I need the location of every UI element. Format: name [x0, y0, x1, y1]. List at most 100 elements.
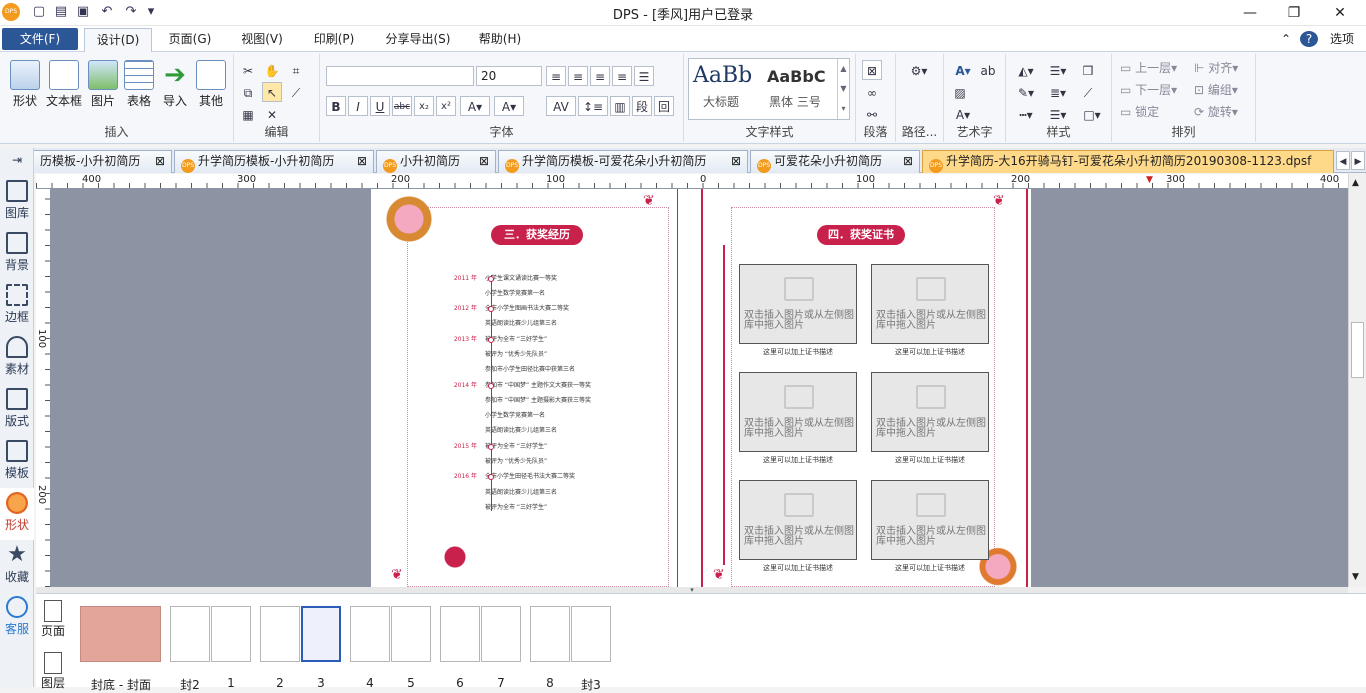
dash-style-icon[interactable]: ┅▾: [1012, 104, 1040, 124]
send-backward-button[interactable]: ▭ 下一层▾: [1120, 80, 1177, 100]
panel-tab-page[interactable]: 页面: [38, 600, 68, 639]
doc-tab[interactable]: DPS 可爱花朵小升初简历 ⊠: [750, 150, 920, 173]
subscript-icon[interactable]: x₂: [414, 96, 434, 116]
ruler-marker-icon[interactable]: ▼: [1146, 175, 1153, 185]
superscript-icon[interactable]: x²: [436, 96, 456, 116]
tab-scroll-right-icon[interactable]: ▶: [1351, 151, 1365, 170]
page-thumbnail[interactable]: [530, 606, 612, 662]
underline-icon[interactable]: U: [370, 96, 390, 116]
line-color-icon[interactable]: ✎▾: [1012, 82, 1040, 102]
sidebar-item-gallery[interactable]: 图库: [0, 176, 34, 228]
page-thumbnail[interactable]: [350, 606, 432, 662]
fill-color-icon[interactable]: ◭▾: [1012, 60, 1040, 80]
menu-help[interactable]: 帮助(H): [470, 28, 530, 50]
rotate-button[interactable]: ⟳ 旋转▾: [1194, 102, 1238, 122]
certificate-caption[interactable]: 这里可以加上证书描述: [739, 563, 857, 573]
vertical-scrollbar[interactable]: ▲ ▼: [1348, 174, 1366, 587]
doc-tab[interactable]: DPS 升学简历模板-小升初简历 ⊠: [174, 150, 374, 173]
minimize-icon[interactable]: —: [1228, 2, 1272, 24]
tab-scroll-left-icon[interactable]: ◀: [1336, 151, 1350, 170]
align-right-icon[interactable]: ≡: [590, 66, 610, 86]
doc-tab[interactable]: DPS 升学简历模板-可爱花朵小升初简历 ⊠: [498, 150, 748, 173]
page-thumbnail[interactable]: [170, 606, 252, 662]
image-placeholder[interactable]: 双击插入图片或从左侧图库中拖入图片: [871, 264, 989, 344]
tab-close-icon[interactable]: ⊠: [155, 151, 165, 172]
timeline-entry[interactable]: 被评为全市 “三好学生”: [449, 504, 547, 511]
lock-button[interactable]: ▭ 锁定: [1120, 102, 1159, 122]
menu-view[interactable]: 视图(V): [232, 28, 292, 50]
timeline-entry[interactable]: 英语朗读比赛少儿组第三名: [449, 489, 557, 496]
font-name-combo[interactable]: [326, 66, 474, 86]
hand-tool-icon[interactable]: ✋: [262, 60, 282, 80]
timeline-entry[interactable]: 2015 年被评为全市 “三好学生”: [449, 443, 547, 450]
text-style-gallery[interactable]: AaBb 大标题 AaBbC 黑体 三号 ▲ ▼ ▾: [688, 58, 850, 120]
bold-icon[interactable]: B: [326, 96, 346, 116]
columns-icon[interactable]: ▥: [610, 96, 630, 116]
sidebar-expand-icon[interactable]: ⇥: [0, 148, 34, 172]
timeline-entry[interactable]: 2014 年参加市 “中国梦” 主题作文大赛获一等奖: [449, 382, 591, 389]
art-text-image-icon[interactable]: ▨: [950, 82, 970, 102]
scroll-up-icon[interactable]: ▲: [1352, 178, 1359, 188]
font-color-icon[interactable]: A▾: [460, 96, 490, 116]
line-spacing-icon[interactable]: ↕≡: [578, 96, 608, 116]
page-thumbnail[interactable]: [440, 606, 522, 662]
scroll-thumb[interactable]: [1351, 322, 1364, 378]
format-painter-icon[interactable]: ⟋: [286, 82, 306, 102]
picture-button[interactable]: 图片: [84, 60, 122, 118]
tab-close-icon[interactable]: ⊠: [479, 151, 489, 172]
tab-close-icon[interactable]: ⊠: [357, 151, 367, 172]
crop-tool-icon[interactable]: ⌗: [286, 60, 306, 80]
timeline-entry[interactable]: 小学生数学竞赛第一名: [449, 412, 545, 419]
menu-print[interactable]: 印刷(P): [304, 28, 364, 50]
line-style-icon[interactable]: ☰▾: [1044, 60, 1072, 80]
style-gallery-scroll-icon[interactable]: ▲ ▼ ▾: [837, 59, 849, 119]
line-width-icon[interactable]: ≣▾: [1044, 82, 1072, 102]
group-button[interactable]: ⊡ 编组▾: [1194, 80, 1238, 100]
collapse-ribbon-icon[interactable]: ⌃: [1278, 28, 1294, 50]
left-section-heading[interactable]: 三．获奖经历: [491, 225, 583, 245]
certificate-caption[interactable]: 这里可以加上证书描述: [739, 347, 857, 357]
char-spacing-icon[interactable]: AV: [546, 96, 576, 116]
sidebar-item-template[interactable]: 模板: [0, 436, 34, 488]
timeline-entry[interactable]: 2012 年全市小学生图画书法大赛二等奖: [449, 305, 569, 312]
timeline-entry[interactable]: 英语朗读比赛少儿组第三名: [449, 427, 557, 434]
doc-tab[interactable]: 历模板-小升初简历 ⊠: [34, 150, 172, 173]
timeline-entry[interactable]: 英语朗读比赛少儿组第三名: [449, 320, 557, 327]
other-button[interactable]: 其他: [192, 60, 230, 118]
arrow-style-icon[interactable]: ☰▾: [1044, 104, 1072, 124]
art-text-effect-icon[interactable]: A▾: [950, 104, 976, 124]
unlink-icon[interactable]: ⚯: [862, 104, 882, 124]
menu-page[interactable]: 页面(G): [160, 28, 220, 50]
font-size-combo[interactable]: 20: [476, 66, 542, 86]
distribute-icon[interactable]: ☰: [634, 66, 654, 86]
timeline-entry[interactable]: 参加市小学生田径比赛中获第三名: [449, 366, 575, 373]
certificate-caption[interactable]: 这里可以加上证书描述: [739, 455, 857, 465]
strikethrough-icon[interactable]: abc: [392, 96, 412, 116]
sidebar-item-support[interactable]: 客服: [0, 592, 34, 644]
copy-icon[interactable]: ⧉: [238, 82, 258, 102]
sidebar-item-border[interactable]: 边框: [0, 280, 34, 332]
align-button[interactable]: ⊩ 对齐▾: [1194, 58, 1238, 78]
style-sample-heading[interactable]: AaBb: [693, 63, 752, 88]
sidebar-item-shape[interactable]: 形状: [0, 488, 34, 540]
close-icon[interactable]: ✕: [1318, 2, 1362, 24]
font-size-decrease-icon[interactable]: A▾: [494, 96, 524, 116]
paragraph-settings-icon[interactable]: ⊠: [862, 60, 882, 80]
timeline-entry[interactable]: 被评为 “优秀少先队员”: [449, 458, 547, 465]
image-placeholder[interactable]: 双击插入图片或从左侧图库中拖入图片: [739, 372, 857, 452]
paste-icon[interactable]: ▦: [238, 104, 258, 124]
sidebar-item-background[interactable]: 背景: [0, 228, 34, 280]
bring-forward-button[interactable]: ▭ 上一层▾: [1120, 58, 1177, 78]
tab-close-icon[interactable]: ⊠: [903, 151, 913, 172]
doc-tab[interactable]: DPS 小升初简历 ⊠: [376, 150, 496, 173]
path-settings-icon[interactable]: ⚙▾: [904, 60, 934, 80]
art-text-shape-icon[interactable]: ab: [978, 60, 998, 80]
page-thumbnail[interactable]: [260, 606, 342, 662]
style-sample-heiti[interactable]: AaBbC: [767, 67, 833, 86]
timeline-entry[interactable]: 2016 年全市小学生田径毛书法大赛二等奖: [449, 473, 575, 480]
help-icon[interactable]: ?: [1300, 31, 1318, 47]
shadow-icon[interactable]: ❒: [1078, 60, 1098, 80]
timeline-entry[interactable]: 参加市 “中国梦” 主题摄影大赛获三等奖: [449, 397, 591, 404]
panel-tab-layer[interactable]: 图层: [38, 652, 68, 691]
sidebar-item-favorites[interactable]: ★ 收藏: [0, 540, 34, 592]
